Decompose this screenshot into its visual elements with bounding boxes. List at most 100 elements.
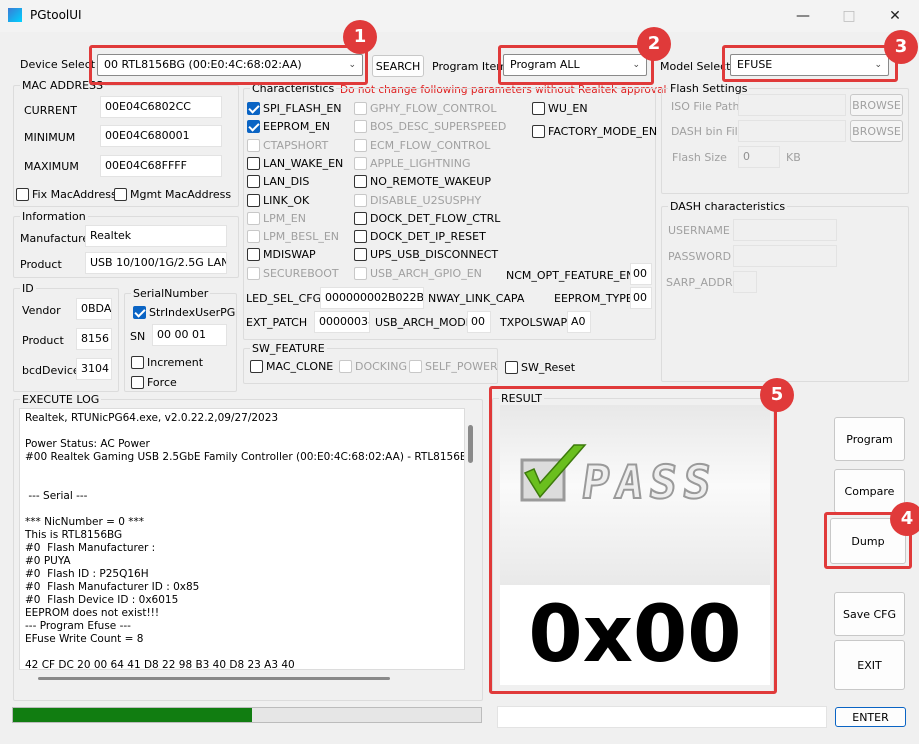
save-cfg-button[interactable]: Save CFG: [834, 592, 905, 636]
program-button[interactable]: Program: [834, 417, 905, 461]
gphy-flow-control-checkbox[interactable]: GPHY_FLOW_CONTROL: [354, 102, 496, 115]
eeprom-en-checkbox[interactable]: EEPROM_EN: [247, 120, 330, 134]
dash-bin-browse-button[interactable]: BROWSE: [850, 120, 903, 142]
checkbox-box: [247, 248, 260, 262]
maximum-mac-input[interactable]: 00E04C68FFFF: [100, 155, 222, 177]
eeprom-type-label: EEPROM_TYPE: [554, 292, 633, 305]
link-ok-label: LINK_OK: [263, 193, 310, 207]
ctapshort-checkbox[interactable]: CTAPSHORT: [247, 138, 328, 152]
increment-label: Increment: [147, 356, 204, 369]
title-bar: PGtoolUI — □ ✕: [0, 0, 919, 32]
log-horizontal-scrollbar[interactable]: [38, 677, 390, 680]
exit-button[interactable]: EXIT: [834, 640, 905, 690]
lpm-besl-en-checkbox[interactable]: LPM_BESL_EN: [247, 230, 339, 244]
ext-patch-input[interactable]: 00000038: [314, 311, 370, 333]
checkbox-box: [505, 361, 518, 374]
dock-det-ip-reset-label: DOCK_DET_IP_RESET: [370, 230, 486, 244]
secureboot-checkbox[interactable]: SECUREBOOT: [247, 266, 339, 280]
checkbox-box: [354, 230, 367, 244]
callout-box-5: [489, 386, 777, 694]
iso-browse-button[interactable]: BROWSE: [850, 94, 903, 116]
log-line: This is RTL8156BG: [25, 529, 123, 541]
nway-link-capa-input[interactable]: [525, 287, 549, 309]
current-mac-input[interactable]: 00E04C6802CC: [100, 96, 222, 118]
progress-bar: [12, 707, 482, 723]
log-line: #0 PUYA: [25, 555, 71, 567]
ext-patch-label: EXT_PATCH: [246, 316, 308, 329]
mdiswap-checkbox[interactable]: MDISWAP: [247, 248, 316, 262]
spi-flash-en-label: SPI_FLASH_EN: [263, 102, 342, 115]
docking-checkbox[interactable]: DOCKING: [339, 360, 407, 373]
maximize-icon[interactable]: □: [826, 0, 872, 32]
bcd-device-input[interactable]: 3104: [76, 358, 112, 380]
maximum-label: MAXIMUM: [24, 160, 79, 173]
led-sel-cfg-input[interactable]: 000000002B022B00: [320, 287, 424, 309]
ecm-flow-control-checkbox[interactable]: ECM_FLOW_CONTROL: [354, 138, 490, 152]
sarp-addr-input[interactable]: [733, 271, 757, 293]
vendor-input[interactable]: 0BDA: [76, 298, 112, 320]
force-checkbox[interactable]: Force: [131, 376, 177, 389]
bos-desc-superspeed-checkbox[interactable]: BOS_DESC_SUPERSPEED: [354, 120, 506, 134]
sw-feature-title: SW_FEATURE: [250, 342, 327, 355]
self-power-checkbox[interactable]: SELF_POWER: [409, 360, 498, 373]
log-line: #00 Realtek Gaming USB 2.5GbE Family Con…: [25, 451, 465, 463]
iso-file-path-input[interactable]: [738, 94, 846, 116]
lpm-en-checkbox[interactable]: LPM_EN: [247, 211, 306, 225]
checkbox-box: [354, 120, 367, 134]
ncm-opt-input[interactable]: 00: [630, 263, 652, 285]
dock-det-flow-ctrl-checkbox[interactable]: DOCK_DET_FLOW_CTRL: [354, 211, 501, 225]
link-ok-checkbox[interactable]: LINK_OK: [247, 193, 310, 207]
spi-flash-en-checkbox[interactable]: SPI_FLASH_EN: [247, 102, 342, 115]
log-vertical-scrollbar[interactable]: [468, 425, 473, 463]
product-input[interactable]: USB 10/100/1G/2.5G LAN: [85, 252, 227, 274]
wu-en-checkbox[interactable]: WU_EN: [532, 102, 588, 115]
execute-log-textarea[interactable]: Realtek, RTUNicPG64.exe, v2.0.22.2,09/27…: [19, 408, 465, 670]
dock-det-ip-reset-checkbox[interactable]: DOCK_DET_IP_RESET: [354, 230, 486, 244]
username-input[interactable]: [733, 219, 837, 241]
information-title: Information: [20, 210, 88, 223]
minimum-mac-input[interactable]: 00E04C680001: [100, 125, 222, 147]
lan-wake-en-checkbox[interactable]: LAN_WAKE_EN: [247, 156, 344, 170]
increment-checkbox[interactable]: Increment: [131, 356, 203, 369]
strindex-userpg-checkbox[interactable]: StrIndexUserPG: [133, 306, 235, 319]
usb-arch-gpio-en-checkbox[interactable]: USB_ARCH_GPIO_EN: [354, 266, 482, 280]
log-line: EEPROM does not exist!!!: [25, 607, 160, 619]
dock-det-flow-ctrl-label: DOCK_DET_FLOW_CTRL: [370, 211, 501, 225]
id-product-input[interactable]: 8156: [76, 328, 112, 350]
callout-badge-1: 1: [343, 20, 377, 54]
command-input[interactable]: [497, 706, 827, 728]
usb-arch-mode-input[interactable]: 00: [467, 311, 491, 333]
mgmt-macaddress-checkbox[interactable]: Mgmt MacAddress: [114, 188, 231, 201]
sn-input[interactable]: 00 00 01: [152, 324, 227, 346]
checkbox-box: [354, 156, 367, 170]
ups-usb-disconnect-label: UPS_USB_DISCONNECT: [370, 248, 499, 262]
ups-usb-disconnect-checkbox[interactable]: UPS_USB_DISCONNECT: [354, 248, 499, 262]
log-line: Power Status: AC Power: [25, 438, 150, 450]
password-input[interactable]: [733, 245, 837, 267]
close-icon[interactable]: ✕: [872, 0, 918, 32]
minimize-icon[interactable]: —: [780, 0, 826, 32]
log-line: *** NicNumber = 0 ***: [25, 516, 145, 528]
led-sel-cfg-label: LED_SEL_CFG: [246, 292, 322, 305]
checkbox-box: [354, 211, 367, 225]
no-remote-wakeup-checkbox[interactable]: NO_REMOTE_WAKEUP: [354, 175, 491, 189]
fix-macaddress-checkbox[interactable]: Fix MacAddress: [16, 188, 117, 201]
sw-reset-checkbox[interactable]: SW_Reset: [505, 361, 575, 374]
dash-bin-file-input[interactable]: [738, 120, 846, 142]
lan-dis-label: LAN_DIS: [263, 175, 310, 189]
eeprom-type-input[interactable]: 00: [630, 287, 652, 309]
disable-u2susphy-checkbox[interactable]: DISABLE_U2SUSPHY: [354, 193, 481, 207]
lan-wake-en-label: LAN_WAKE_EN: [263, 156, 344, 170]
manufacture-input[interactable]: Realtek: [85, 225, 227, 247]
factory-mode-en-checkbox[interactable]: FACTORY_MODE_EN: [532, 125, 657, 138]
lan-dis-checkbox[interactable]: LAN_DIS: [247, 175, 310, 189]
checkbox-box: [247, 193, 260, 207]
mac-clone-checkbox[interactable]: MAC_CLONE: [250, 360, 333, 373]
search-button[interactable]: SEARCH: [372, 55, 424, 77]
enter-button[interactable]: ENTER: [835, 707, 906, 727]
apple-lightning-checkbox[interactable]: APPLE_LIGHTNING: [354, 156, 470, 170]
checkbox-box: [354, 266, 367, 280]
flash-size-input[interactable]: 0: [738, 146, 780, 168]
txpolswap-input[interactable]: A0: [567, 311, 591, 333]
